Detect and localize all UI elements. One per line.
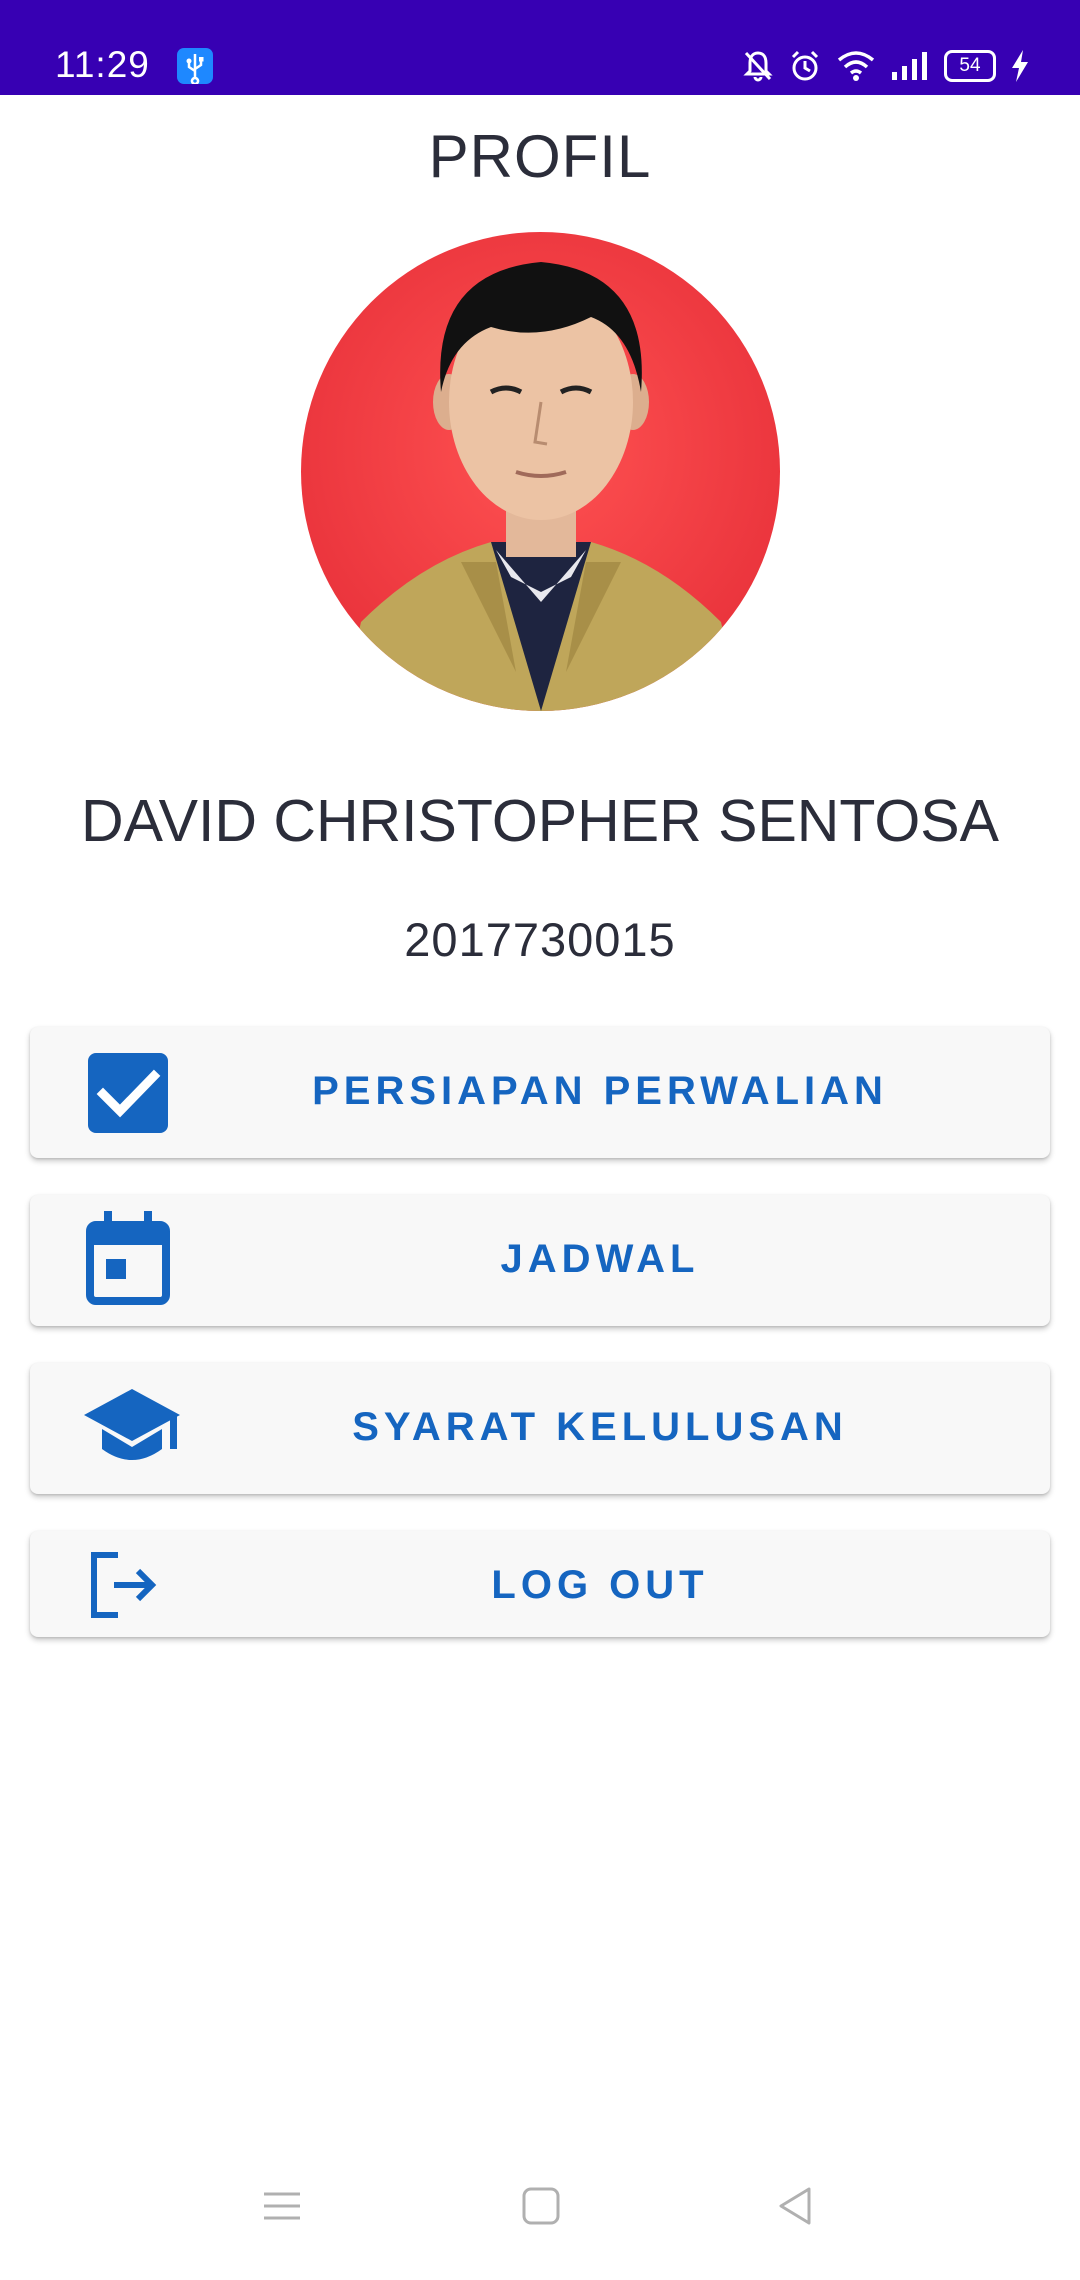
page-title: PROFIL: [428, 123, 652, 190]
back-icon[interactable]: [775, 2186, 815, 2231]
alarm-icon: [788, 49, 822, 83]
profile-avatar: [301, 232, 780, 711]
status-time: 11:29: [55, 44, 150, 85]
log-out-button[interactable]: LOG OUT: [30, 1531, 1050, 1637]
persiapan-perwalian-button[interactable]: PERSIAPAN PERWALIAN: [30, 1027, 1050, 1158]
persiapan-perwalian-label: PERSIAPAN PERWALIAN: [312, 1069, 888, 1113]
logout-icon: [88, 1551, 158, 1624]
signal-icon: [890, 50, 930, 82]
charging-icon: [1010, 49, 1030, 83]
wifi-icon: [836, 50, 876, 82]
battery-icon: 54: [944, 50, 996, 82]
log-out-label: LOG OUT: [491, 1563, 709, 1607]
user-name: DAVID CHRISTOPHER SENTOSA: [81, 788, 999, 854]
navigation-bar: [0, 2170, 1080, 2250]
syarat-kelulusan-button[interactable]: SYARAT KELULUSAN: [30, 1363, 1050, 1494]
syarat-kelulusan-label: SYARAT KELULUSAN: [352, 1405, 848, 1449]
status-icons: 54: [742, 46, 1030, 86]
mute-icon: [742, 49, 774, 83]
usb-icon: [177, 48, 213, 86]
student-id: 2017730015: [404, 913, 676, 966]
menu-icon[interactable]: [262, 2186, 302, 2231]
jadwal-label: JADWAL: [500, 1237, 700, 1281]
jadwal-button[interactable]: JADWAL: [30, 1195, 1050, 1326]
status-bar: 11:29 54: [0, 0, 1080, 95]
home-icon[interactable]: [521, 2186, 561, 2231]
